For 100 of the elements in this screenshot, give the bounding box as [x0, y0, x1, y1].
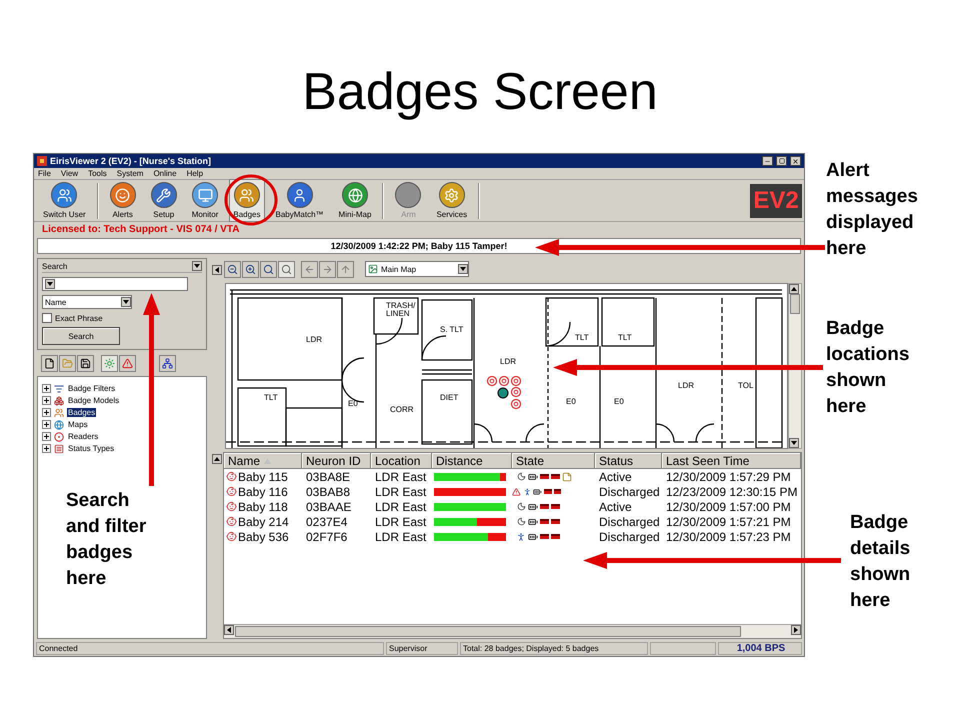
- scroll-down-button[interactable]: [789, 438, 799, 448]
- toolbar-button[interactable]: Monitor: [188, 179, 222, 222]
- table-cell-text: 12/30/2009 1:57:29 PM: [665, 470, 792, 484]
- toolbar-button[interactable]: Switch User: [39, 179, 90, 222]
- expand-icon[interactable]: [42, 432, 51, 441]
- new-file-button[interactable]: [41, 354, 58, 372]
- column-header[interactable]: Name: [224, 453, 302, 469]
- column-header[interactable]: Location: [371, 453, 432, 469]
- zoom-button[interactable]: [260, 260, 277, 278]
- collapse-button[interactable]: [212, 265, 222, 275]
- scroll-right-button[interactable]: [791, 625, 801, 635]
- forward-button[interactable]: [319, 260, 336, 278]
- up-button[interactable]: [337, 260, 354, 278]
- close-icon: [792, 158, 799, 164]
- menu-item[interactable]: View: [60, 169, 78, 178]
- triangle-icon: [225, 626, 233, 634]
- scroll-thumb[interactable]: [235, 626, 741, 637]
- scroll-thumb[interactable]: [790, 294, 800, 314]
- dropdown-button[interactable]: [121, 297, 131, 307]
- table-cell-text: 03BAB8: [305, 484, 352, 498]
- minimize-button[interactable]: [762, 156, 773, 166]
- save-button[interactable]: [77, 354, 94, 372]
- tree-item[interactable]: Badges: [67, 408, 96, 417]
- expand-icon[interactable]: [42, 420, 51, 429]
- monitor-icon: [192, 182, 218, 208]
- badge-marker-icon[interactable]: [510, 386, 522, 398]
- expand-icon[interactable]: [42, 384, 51, 393]
- table-cell: Baby 115: [224, 470, 302, 484]
- menu-item[interactable]: File: [38, 169, 51, 178]
- table-cell-text: Active: [598, 500, 633, 514]
- badge-marker-icon[interactable]: [510, 398, 522, 410]
- room-label: CORR: [390, 405, 414, 414]
- room-label: LINEN: [386, 309, 410, 318]
- network-icon: [162, 358, 173, 368]
- menu-item[interactable]: Online: [153, 169, 177, 178]
- toolbar-button[interactable]: Badges: [229, 179, 265, 222]
- panel-menu-button[interactable]: [192, 261, 202, 271]
- status-rate: 1,004 BPS: [718, 642, 802, 655]
- filter-icon: [54, 384, 64, 394]
- column-header[interactable]: Distance: [432, 453, 512, 469]
- staff-marker-icon[interactable]: [498, 388, 508, 398]
- caret-icon: [459, 265, 467, 273]
- table-cell: Baby 214: [224, 514, 302, 528]
- collapse-button[interactable]: [212, 454, 222, 464]
- table-cell: Baby 118: [224, 500, 302, 514]
- tree-item[interactable]: Readers: [67, 432, 100, 441]
- vertical-scrollbar[interactable]: [788, 283, 802, 449]
- checkbox[interactable]: [42, 313, 52, 323]
- room-label: S. TLT: [440, 325, 464, 334]
- arrow-up-icon: [340, 264, 351, 274]
- triangle-icon: [792, 626, 800, 634]
- toolbar-button[interactable]: BabyMatch™: [272, 179, 328, 222]
- search-button[interactable]: Search: [42, 327, 120, 345]
- map-selector[interactable]: Main Map: [365, 261, 469, 277]
- close-button[interactable]: [790, 156, 801, 166]
- tree-item[interactable]: Status Types: [67, 444, 116, 453]
- badge-marker-icon[interactable]: [510, 376, 522, 386]
- zoom-out-button[interactable]: [224, 260, 241, 278]
- menu-item[interactable]: System: [116, 169, 144, 178]
- expand-icon[interactable]: [42, 396, 51, 405]
- toolbar-button[interactable]: Alerts: [106, 179, 140, 222]
- toolbar-button[interactable]: Services: [432, 179, 472, 222]
- badge-marker-icon[interactable]: [498, 376, 510, 386]
- horizontal-scrollbar[interactable]: [224, 624, 801, 638]
- toolbar-button[interactable]: Setup: [146, 179, 181, 222]
- menu-item[interactable]: Help: [186, 169, 204, 178]
- column-header[interactable]: Status: [595, 453, 662, 469]
- sun-button[interactable]: [101, 354, 118, 372]
- table-cell-text: 0237E4: [305, 514, 348, 528]
- table-cell-text: LDR East: [374, 530, 428, 544]
- dropdown-button[interactable]: [45, 279, 55, 289]
- expand-icon[interactable]: [42, 408, 51, 417]
- dropdown-button[interactable]: [458, 264, 468, 274]
- back-button[interactable]: [301, 260, 318, 278]
- annotation-text: Alert messages displayed here: [826, 159, 918, 261]
- disc-icon: [395, 182, 422, 208]
- zoom-out-icon: [227, 264, 238, 274]
- table-cell-text: 12/30/2009 1:57:21 PM: [665, 514, 792, 528]
- column-header[interactable]: Last Seen Time: [662, 453, 801, 469]
- triangle-icon: [790, 285, 798, 293]
- menu-item[interactable]: Tools: [88, 169, 107, 178]
- tree-item[interactable]: Badge Models: [67, 396, 120, 405]
- scroll-up-button[interactable]: [789, 284, 799, 294]
- search-field-selector[interactable]: Name: [42, 295, 132, 309]
- search-field[interactable]: [42, 277, 188, 291]
- column-header[interactable]: Neuron ID: [302, 453, 371, 469]
- tree-item[interactable]: Badge Filters: [67, 384, 116, 393]
- column-header[interactable]: State: [512, 453, 595, 469]
- expand-icon[interactable]: [42, 444, 51, 453]
- zoom-in-button[interactable]: [242, 260, 259, 278]
- save-icon: [80, 358, 91, 368]
- search-button[interactable]: [278, 260, 295, 278]
- network-button[interactable]: [159, 354, 176, 372]
- toolbar-button[interactable]: Mini-Map: [334, 179, 376, 222]
- maximize-button[interactable]: [776, 156, 787, 166]
- scroll-left-button[interactable]: [224, 625, 234, 635]
- checkbox-label: Exact Phrase: [55, 314, 103, 322]
- warning-button[interactable]: [119, 354, 136, 372]
- badge-marker-icon[interactable]: [486, 376, 498, 386]
- tree-item[interactable]: Maps: [67, 420, 89, 429]
